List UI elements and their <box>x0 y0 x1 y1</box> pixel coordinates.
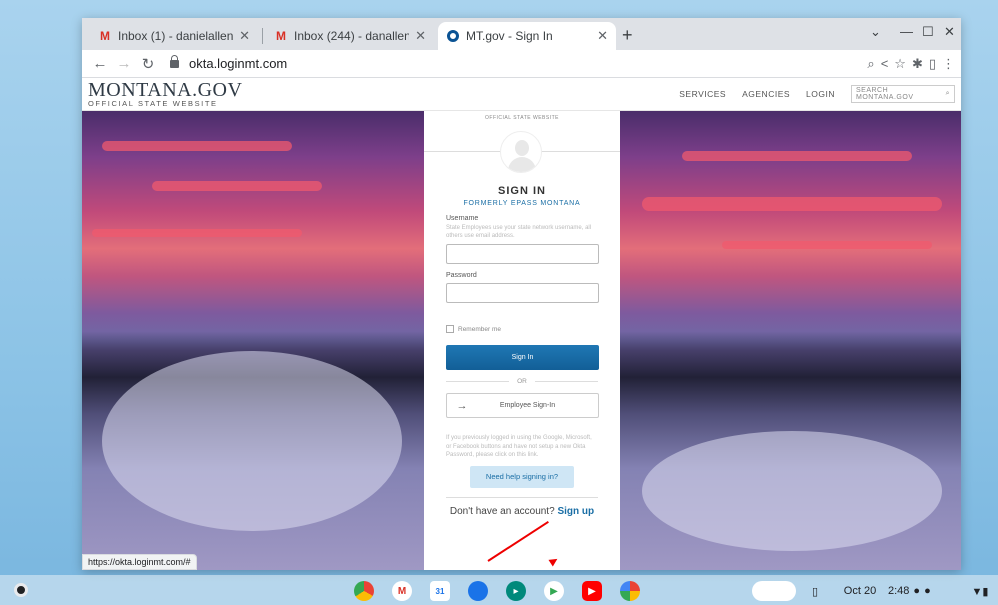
window-close-icon[interactable]: ✕ <box>944 24 955 40</box>
divider <box>446 496 598 498</box>
search-placeholder: SEARCH MONTANA.GOV <box>856 87 914 101</box>
launcher-icon[interactable] <box>14 583 28 597</box>
close-icon[interactable]: ✕ <box>597 28 608 44</box>
minimize-icon[interactable]: — <box>900 24 913 39</box>
phone-hub-icon[interactable]: ▯ <box>806 581 824 601</box>
maximize-icon[interactable]: ☐ <box>922 24 934 40</box>
cloud <box>92 229 302 237</box>
site-nav: SERVICES AGENCIES LOGIN SEARCH MONTANA.G… <box>679 85 955 103</box>
help-signing-in-button[interactable]: Need help signing in? <box>470 465 574 488</box>
time-display: 2:48 <box>888 585 910 597</box>
password-input[interactable] <box>446 283 599 303</box>
river <box>102 351 402 531</box>
password-label: Password <box>446 272 477 279</box>
play-store-icon[interactable]: ▶ <box>544 581 564 601</box>
share-icon[interactable]: < <box>881 56 889 72</box>
avatar-icon <box>500 131 542 173</box>
remember-me-row[interactable]: Remember me <box>446 325 598 333</box>
arrow-right-icon: → <box>456 399 468 412</box>
wifi-battery-icon[interactable]: ▼▮ <box>966 581 994 601</box>
browser-toolbar: ← → ↻ okta.loginmt.com ⌕ < ☆ ✱ ▯ ⋮ <box>82 50 961 78</box>
cloud <box>722 241 932 249</box>
gmail-icon: M <box>100 29 110 43</box>
tab-gmail-1[interactable]: M Inbox (1) - danielallen3489@gm ✕ <box>90 22 258 50</box>
files-icon[interactable] <box>468 581 488 601</box>
or-divider: OR <box>446 378 598 385</box>
signin-form: Username State Employees use your state … <box>424 215 620 460</box>
meet-icon[interactable]: ▸ <box>506 581 526 601</box>
address-bar[interactable]: okta.loginmt.com <box>189 56 867 71</box>
extensions-icon[interactable]: ✱ <box>912 56 923 72</box>
date-display[interactable]: Oct 20 <box>836 581 884 601</box>
signin-button[interactable]: Sign In <box>446 345 599 370</box>
tab-title: MT.gov - Sign In <box>466 29 553 43</box>
remember-me-label: Remember me <box>458 325 501 333</box>
cloud <box>642 197 942 211</box>
card-logo: OFFICIAL STATE WEBSITE <box>485 115 559 121</box>
tab-title: Inbox (1) - danielallen3489@gm <box>118 29 234 43</box>
site-logo[interactable]: MONTANA.GOV OFFICIAL STATE WEBSITE <box>88 78 243 108</box>
signup-link[interactable]: Sign up <box>557 506 594 517</box>
username-hint: State Employees use your state network u… <box>446 225 592 239</box>
cloud <box>102 141 292 151</box>
username-input[interactable] <box>446 244 599 264</box>
remember-me-checkbox[interactable] <box>446 325 454 333</box>
nav-agencies[interactable]: AGENCIES <box>742 89 790 99</box>
username-label: Username <box>446 215 479 222</box>
okta-icon <box>446 29 460 43</box>
close-icon[interactable]: ✕ <box>239 28 250 44</box>
tab-search-icon[interactable]: ⌄ <box>870 24 881 40</box>
signin-subtitle: FORMERLY EPASS MONTANA <box>463 200 581 207</box>
lock-icon[interactable] <box>170 54 179 68</box>
search-icon[interactable]: ⌕ <box>946 90 950 98</box>
tab-mt-signin[interactable]: MT.gov - Sign In ✕ <box>438 22 616 50</box>
close-icon[interactable]: ✕ <box>415 28 426 44</box>
holding-space-icon[interactable] <box>752 581 796 601</box>
side-panel-icon[interactable]: ▯ <box>929 56 936 72</box>
calendar-icon[interactable]: 31 <box>430 581 450 601</box>
employee-signin-label: Employee Sign-In <box>499 402 556 409</box>
river <box>642 431 942 551</box>
notification-icon: ● <box>924 585 931 597</box>
photos-icon[interactable] <box>620 581 640 601</box>
cloud <box>682 151 912 161</box>
chrome-icon[interactable] <box>354 581 374 601</box>
gmail-icon[interactable]: M <box>392 581 412 601</box>
tab-gmail-2[interactable]: M Inbox (244) - danallen48@gmail ✕ <box>266 22 434 50</box>
signin-title: SIGN IN <box>498 185 546 197</box>
site-header: MONTANA.GOV OFFICIAL STATE WEBSITE SERVI… <box>82 78 961 111</box>
do-not-disturb-icon: ● <box>913 585 921 597</box>
forward-icon[interactable]: → <box>112 55 136 72</box>
new-tab-button[interactable]: + <box>622 25 633 46</box>
employee-signin-button[interactable]: → Employee Sign-In <box>446 393 599 418</box>
nav-services[interactable]: SERVICES <box>679 89 726 99</box>
legacy-login-notice: If you previously logged in using the Go… <box>446 435 592 458</box>
menu-icon[interactable]: ⋮ <box>942 56 955 72</box>
signup-row: Don't have an account? Sign up <box>424 506 620 517</box>
system-tray[interactable]: 2:48 ● ● <box>888 581 960 601</box>
logo-main: MONTANA.GOV <box>88 78 243 101</box>
tab-separator <box>262 28 263 44</box>
tab-title: Inbox (244) - danallen48@gmail <box>294 29 410 43</box>
reload-icon[interactable]: ↻ <box>136 55 160 73</box>
signup-prompt: Don't have an account? <box>449 505 555 517</box>
gmail-icon: M <box>276 29 286 43</box>
avatar-row <box>424 131 620 177</box>
nav-login[interactable]: LOGIN <box>806 89 835 99</box>
youtube-icon[interactable]: ▶ <box>582 581 602 601</box>
bookmark-star-icon[interactable]: ☆ <box>894 56 906 72</box>
cloud <box>152 181 322 191</box>
back-icon[interactable]: ← <box>88 55 112 72</box>
zoom-icon[interactable]: ⌕ <box>867 56 874 72</box>
status-bar-url: https://okta.loginmt.com/# <box>82 554 197 570</box>
signin-card: OFFICIAL STATE WEBSITE SIGN IN FORMERLY … <box>424 111 620 570</box>
chromeos-shelf: M 31 ▸ ▶ ▶ ▯ Oct 20 2:48 ● ● ▼▮ <box>0 575 998 605</box>
site-search-input[interactable]: SEARCH MONTANA.GOV ⌕ <box>851 85 955 103</box>
or-label: OR <box>517 378 527 385</box>
tab-strip: M Inbox (1) - danielallen3489@gm ✕ M Inb… <box>82 18 961 50</box>
browser-window: M Inbox (1) - danielallen3489@gm ✕ M Inb… <box>82 18 961 570</box>
